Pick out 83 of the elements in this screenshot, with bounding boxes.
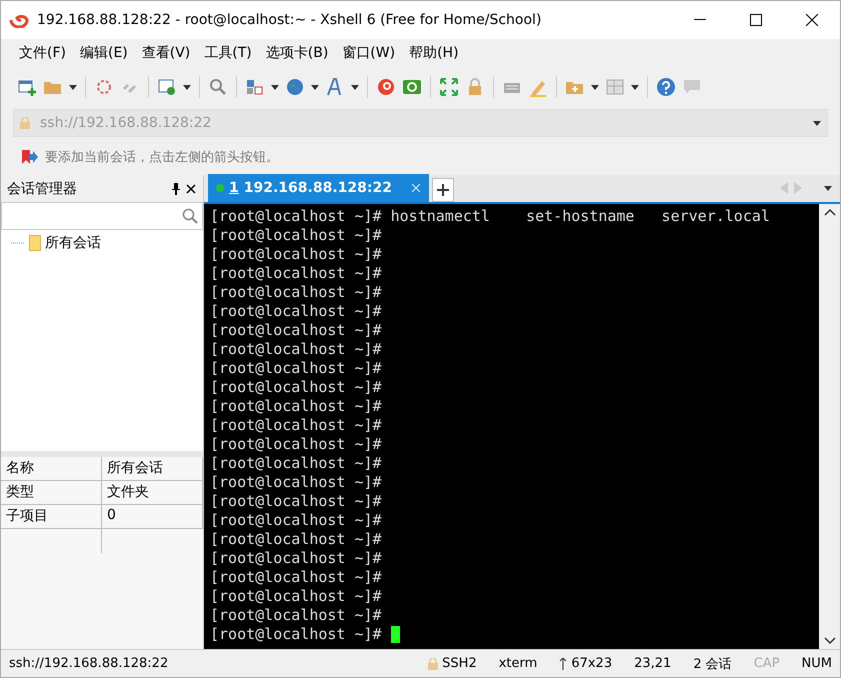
caret-icon[interactable] — [69, 84, 77, 90]
menu-item[interactable]: 帮助(H) — [403, 42, 465, 64]
caret-icon[interactable] — [311, 84, 319, 90]
help-icon[interactable] — [656, 77, 676, 97]
terminal-line: [root@localhost ~]# — [210, 549, 383, 568]
scroll-up-icon[interactable] — [824, 208, 836, 216]
terminal[interactable] — [204, 204, 819, 649]
terminal-line: [root@localhost ~]# — [210, 511, 383, 530]
globe-icon[interactable] — [285, 77, 305, 97]
cursor-position-text: 23,21 — [634, 656, 672, 671]
lock-key-indicator: CAP — [754, 656, 780, 671]
tree-connector-icon — [11, 242, 25, 244]
lock-key-indicator: NUM — [802, 656, 832, 671]
close-icon[interactable] — [185, 182, 197, 194]
terminal-line: [root@localhost ~]# — [210, 302, 383, 321]
session-tab[interactable]: 1 192.168.88.128:22 — [208, 174, 429, 202]
property-name: 子项目 — [1, 505, 102, 529]
terminal-line: [root@localhost ~]# — [210, 454, 383, 473]
menu-item[interactable]: 文件(F) — [13, 42, 72, 64]
property-value: 所有会话 — [102, 457, 203, 481]
menu-item[interactable]: 窗口(W) — [336, 42, 402, 64]
search-icon[interactable] — [208, 77, 228, 97]
terminal-line: [root@localhost ~]# — [210, 359, 383, 378]
terminal-line: [root@localhost ~]# — [210, 397, 383, 416]
terminal-line: [root@localhost ~]# — [210, 606, 383, 625]
folder-icon — [29, 235, 41, 251]
cursor — [390, 626, 400, 643]
terminal-line: [root@localhost ~]# — [210, 340, 383, 359]
terminal-line: [root@localhost ~]# — [210, 587, 383, 606]
status-address: ssh://192.168.88.128:22 — [9, 656, 168, 671]
fullscreen-icon[interactable] — [439, 77, 459, 97]
minimize-icon — [694, 19, 706, 21]
terminal-line: [root@localhost ~]# — [210, 283, 383, 302]
pin-icon[interactable] — [171, 182, 181, 194]
property-name: 类型 — [1, 481, 102, 505]
resize-icon — [559, 658, 568, 670]
tree-item[interactable]: 所有会话 — [45, 234, 101, 252]
terminal-line: [root@localhost ~]# — [210, 473, 383, 492]
search-icon — [182, 208, 198, 224]
protocol-text: SSH2 — [442, 656, 477, 671]
menu-item[interactable]: 选项卡(B) — [260, 42, 334, 64]
terminal-line: [root@localhost ~]# hostnamectl set-hostname server.local — [210, 207, 771, 226]
terminal-line: [root@localhost ~]# — [210, 435, 383, 454]
terminal-line: [root@localhost ~]# — [210, 568, 383, 587]
scroll-down-icon[interactable] — [824, 637, 836, 645]
terminal-line: [root@localhost ~]# — [210, 625, 813, 644]
caret-icon[interactable] — [183, 84, 191, 90]
terminal-line: [root@localhost ~]# — [210, 530, 383, 549]
menu-item[interactable]: 查看(V) — [136, 42, 196, 64]
caret-icon[interactable] — [824, 186, 832, 190]
window-title: 192.168.88.128:22 - root@localhost:~ - Xshell 6 (Free for Home/School) — [37, 12, 542, 28]
session-count-text: 2 会话 — [693, 656, 732, 672]
caret-icon[interactable] — [631, 84, 639, 90]
property-value: 文件夹 — [102, 481, 203, 505]
maximize-icon — [750, 14, 762, 26]
address-bar[interactable]: ssh://192.168.88.128:22 — [13, 109, 828, 137]
terminal-line: [root@localhost ~]# — [210, 492, 383, 511]
menu-item[interactable]: 编辑(E) — [74, 42, 134, 64]
close-icon — [806, 14, 818, 26]
hint-text: 要添加当前会话，点击左侧的箭头按钮。 — [45, 149, 279, 166]
property-value: 0 — [102, 505, 203, 529]
terminal-line: [root@localhost ~]# — [210, 264, 383, 283]
lock-icon — [20, 117, 30, 129]
bookmark-arrow-icon[interactable] — [21, 149, 39, 165]
terminal-line: [root@localhost ~]# — [210, 321, 383, 340]
lock-icon — [428, 658, 438, 670]
app-logo-icon — [9, 12, 29, 28]
terminal-type-text: xterm — [498, 656, 538, 671]
caret-icon[interactable] — [813, 120, 821, 126]
plus-icon — [436, 184, 449, 196]
terminal-line: [root@localhost ~]# — [210, 226, 383, 245]
property-name: 名称 — [1, 457, 102, 481]
caret-icon[interactable] — [271, 84, 279, 90]
add-tab-button[interactable] — [432, 178, 454, 202]
terminal-line: [root@localhost ~]# — [210, 245, 383, 264]
search-field[interactable] — [1, 202, 203, 230]
caret-icon[interactable] — [351, 84, 359, 90]
terminal-line: [root@localhost ~]# — [210, 378, 383, 397]
caret-icon[interactable] — [591, 84, 599, 90]
menu-item[interactable]: 工具(T) — [198, 42, 258, 64]
pane-title: 会话管理器 — [7, 180, 78, 198]
terminal-line: [root@localhost ~]# — [210, 416, 383, 435]
size-text: 67x23 — [571, 656, 612, 671]
